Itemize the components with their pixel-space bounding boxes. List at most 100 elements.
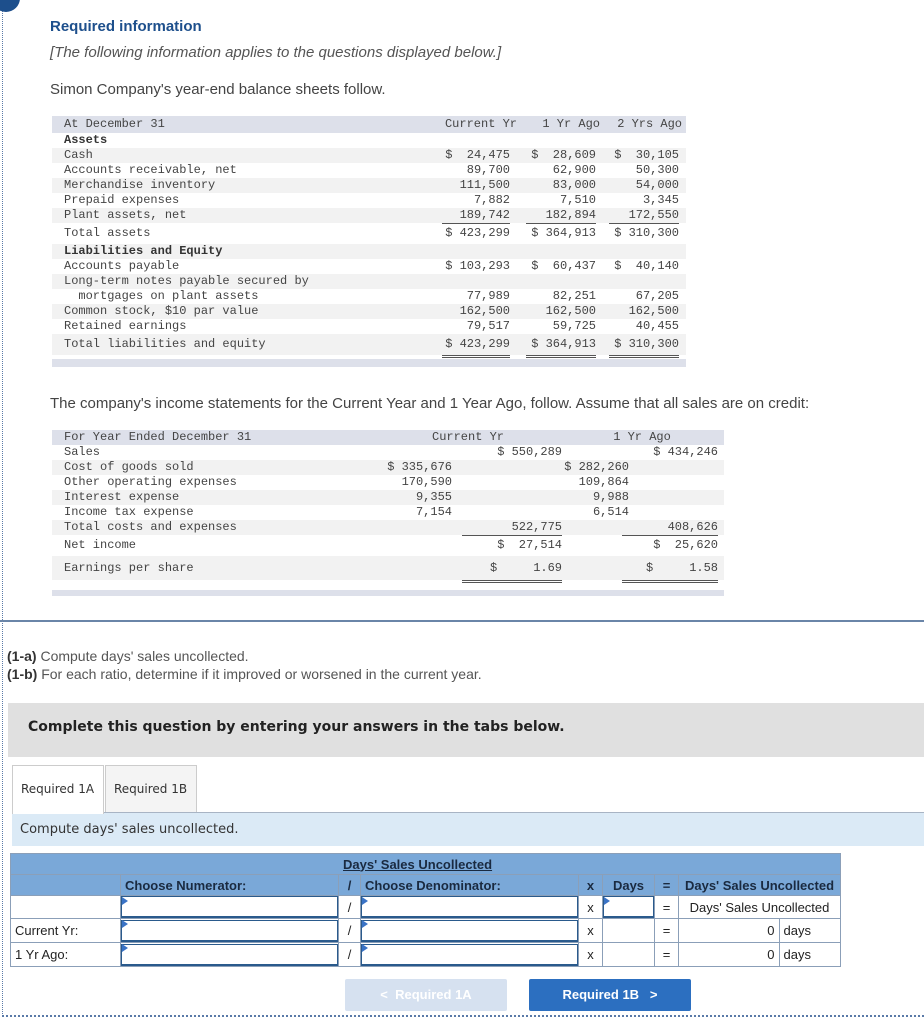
cell: 50,300 bbox=[635, 163, 679, 177]
days-input[interactable] bbox=[603, 896, 654, 918]
row-label: Total assets bbox=[64, 226, 151, 240]
table-row: Accounts payable $ 103,293 $ 60,437 $ 40… bbox=[52, 259, 686, 274]
balance-sheet-header: At December 31 Current Yr 1 Yr Ago 2 Yrs… bbox=[52, 116, 686, 133]
row-label: Cash bbox=[64, 148, 93, 162]
cell: 3,345 bbox=[642, 193, 679, 207]
days-cell bbox=[602, 942, 655, 967]
numerator-input[interactable] bbox=[121, 943, 338, 966]
cell: 79,517 bbox=[442, 319, 510, 335]
cell: 89,700 bbox=[466, 163, 510, 177]
result-inner: 0 days bbox=[679, 919, 840, 942]
dropdown-flag-icon bbox=[362, 920, 368, 928]
info-badge-icon bbox=[0, 0, 20, 12]
row-label: Prepaid expenses bbox=[64, 193, 180, 207]
col-current-yr: Current Yr bbox=[444, 117, 517, 131]
table-row: Retained earnings 79,517 59,725 40,455 bbox=[52, 319, 686, 335]
result-value: 0 bbox=[679, 943, 780, 966]
assets-heading-row: Assets bbox=[52, 133, 686, 148]
grid-header-row: Choose Numerator: / Choose Denominator: … bbox=[10, 874, 841, 896]
result-cell: 0 days bbox=[678, 918, 841, 943]
dropdown-flag-icon bbox=[604, 897, 610, 905]
cell: 162,500 bbox=[459, 304, 510, 318]
times-symbol: x bbox=[578, 874, 603, 896]
next-required-1b-button[interactable]: Required 1B > bbox=[529, 979, 691, 1011]
table-row: Prepaid expenses 7,882 7,510 3,345 bbox=[52, 193, 686, 208]
result-inner: 0 days bbox=[679, 943, 840, 966]
banner-text: Complete this question by entering your … bbox=[28, 719, 565, 735]
row-label: Accounts receivable, net bbox=[64, 163, 237, 177]
divide-symbol: / bbox=[338, 895, 361, 919]
cell: 54,000 bbox=[635, 178, 679, 192]
divide-symbol: / bbox=[338, 918, 361, 943]
days-sales-uncollected-grid: Days' Sales Uncollected Choose Numerator… bbox=[10, 853, 841, 967]
denominator-select-current[interactable] bbox=[360, 918, 579, 943]
cell: 7,882 bbox=[473, 193, 510, 207]
assets-heading: Assets bbox=[64, 133, 108, 147]
next-label: Required 1B bbox=[562, 987, 640, 1002]
table-row: Accounts receivable, net 89,700 62,900 5… bbox=[52, 163, 686, 178]
balance-sheet-table: At December 31 Current Yr 1 Yr Ago 2 Yrs… bbox=[52, 116, 686, 367]
cell: $ 364,913 bbox=[526, 334, 596, 358]
total-liabilities-row: Total liabilities and equity $ 423,299 $… bbox=[52, 334, 686, 358]
tab-required-1b[interactable]: Required 1B bbox=[105, 765, 197, 813]
times-symbol: x bbox=[578, 895, 603, 919]
income-statement-table: For Year Ended December 31 Current Yr 1 … bbox=[52, 430, 724, 596]
formula-row: / x = Days' Sales Uncollected bbox=[10, 895, 841, 919]
table-row: Other operating expenses 170,590 109,864 bbox=[52, 475, 724, 490]
numerator-input[interactable] bbox=[121, 919, 338, 942]
row-label: Cost of goods sold bbox=[64, 460, 194, 474]
cell: 83,000 bbox=[552, 178, 596, 192]
dropdown-flag-icon bbox=[122, 944, 128, 952]
cell: 67,205 bbox=[635, 289, 679, 303]
cell: 162,500 bbox=[628, 304, 679, 318]
numerator-select-current[interactable] bbox=[120, 918, 339, 943]
cell: $ 1.58 bbox=[622, 556, 718, 583]
row-label: Current Yr: bbox=[10, 918, 121, 943]
days-cell bbox=[602, 918, 655, 943]
denominator-select-prior[interactable] bbox=[360, 942, 579, 967]
numerator-select-prior[interactable] bbox=[120, 942, 339, 967]
days-header: Days bbox=[602, 874, 655, 896]
table-footer-bar bbox=[52, 359, 686, 367]
cell: 77,989 bbox=[466, 289, 510, 303]
denominator-input[interactable] bbox=[361, 896, 578, 918]
required-information-section: Required information [The following info… bbox=[0, 0, 924, 622]
denominator-select-formula[interactable] bbox=[360, 895, 579, 919]
row-label: Retained earnings bbox=[64, 319, 187, 333]
cell: $ 423,299 bbox=[442, 334, 510, 358]
blank-header bbox=[10, 874, 121, 896]
cell: 522,775 bbox=[462, 520, 562, 536]
row-label: Merchandise inventory bbox=[64, 178, 216, 192]
result-unit: days bbox=[779, 919, 840, 942]
days-input-cell[interactable] bbox=[602, 895, 655, 919]
cell: 162,500 bbox=[545, 304, 596, 318]
sales-row: Sales $ 550,289 $ 434,246 bbox=[52, 445, 724, 460]
grid-title: Days' Sales Uncollected bbox=[10, 853, 841, 875]
question-1b: (1-b) For each ratio, determine if it im… bbox=[7, 666, 482, 682]
question-tag: (1-a) bbox=[7, 648, 37, 664]
denominator-input[interactable] bbox=[361, 943, 578, 966]
table-row: Interest expense 9,355 9,988 bbox=[52, 490, 724, 505]
denominator-input[interactable] bbox=[361, 919, 578, 942]
numerator-input[interactable] bbox=[121, 896, 338, 918]
row-label: Other operating expenses bbox=[64, 475, 237, 489]
cell: 109,864 bbox=[578, 475, 629, 489]
net-income-row: Net income $ 27,514 $ 25,620 bbox=[52, 535, 724, 559]
row-label: Plant assets, net bbox=[64, 208, 187, 222]
row-label: Accounts payable bbox=[64, 259, 180, 273]
cell: $ 30,105 bbox=[614, 148, 679, 162]
chevron-left-icon: < bbox=[380, 987, 396, 1002]
cell: $ 28,609 bbox=[531, 148, 596, 162]
cell: $ 40,140 bbox=[614, 259, 679, 273]
prev-required-1a-button[interactable]: < Required 1A bbox=[345, 979, 507, 1011]
table-row: Cost of goods sold $ 335,676 $ 282,260 bbox=[52, 460, 724, 475]
cell: 7,510 bbox=[559, 193, 596, 207]
tab-required-1a[interactable]: Required 1A bbox=[12, 765, 104, 814]
row-label: Sales bbox=[64, 445, 101, 459]
cell: 172,550 bbox=[609, 208, 679, 224]
cell: 59,725 bbox=[526, 319, 596, 335]
dropdown-flag-icon bbox=[122, 897, 128, 905]
numerator-select-formula[interactable] bbox=[120, 895, 339, 919]
cell: 7,154 bbox=[382, 505, 452, 521]
equals-symbol: = bbox=[654, 874, 679, 896]
